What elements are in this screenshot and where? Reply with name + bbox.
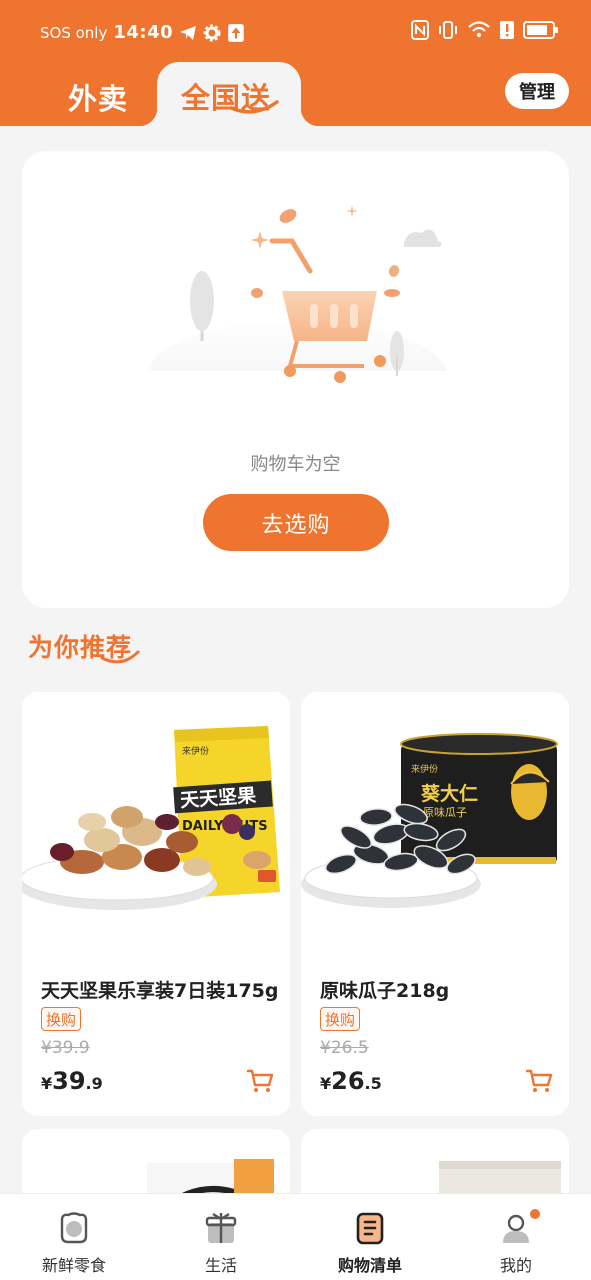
price-integer: 26 — [331, 1067, 365, 1095]
tab-swoosh-icon — [229, 100, 279, 114]
go-shopping-button[interactable]: 去选购 — [203, 494, 389, 551]
package-title: 葵大仁 — [420, 782, 478, 805]
nav-item-profile[interactable]: 我的 — [456, 1194, 576, 1280]
profile-icon — [503, 1214, 529, 1243]
fresh-snack-icon — [60, 1212, 88, 1244]
price-decimal: .9 — [85, 1074, 103, 1093]
empty-cart-text: 购物车为空 — [250, 454, 341, 475]
price-symbol: ¥ — [41, 1074, 53, 1093]
status-bar: SOS only 14:40 — [0, 0, 591, 64]
clock: 14:40 — [113, 22, 174, 43]
package-brand: 来伊份 — [182, 745, 209, 757]
manage-button[interactable]: 管理 — [505, 73, 569, 109]
price-integer: 39 — [52, 1067, 86, 1095]
product-card[interactable]: 来伊份 葵大仁 原味瓜子 原味瓜子218g 换购 ¥26.5 ¥26.5 — [301, 692, 569, 1116]
swap-tag: 换购 — [41, 1007, 82, 1031]
current-price: ¥26.5 — [320, 1067, 382, 1095]
tab-quanguo[interactable]: 全国送 — [139, 62, 319, 126]
original-price: ¥26.5 — [320, 1038, 369, 1058]
top-header: SOS only 14:40 外卖 全国送 管理 — [0, 0, 591, 126]
add-to-cart-icon[interactable] — [525, 1068, 553, 1094]
product-card[interactable]: 来伊份 天天坚果 DAILY NUTS 天天坚果乐享装7日装175g 换购 ¥3… — [22, 692, 290, 1116]
package-brand: 来伊份 — [411, 763, 438, 775]
product-name[interactable]: 天天坚果乐享装7日装175g — [41, 976, 278, 1003]
nav-item-shopping-list[interactable]: 购物清单 — [310, 1194, 430, 1280]
wifi-icon — [468, 21, 490, 38]
original-price: ¥39.9 — [41, 1038, 90, 1058]
product-name[interactable]: 原味瓜子218g — [320, 976, 449, 1003]
notification-badge — [530, 1209, 540, 1219]
empty-cart-card: 购物车为空 去选购 — [22, 151, 569, 608]
price-symbol: ¥ — [320, 1074, 332, 1093]
nav-label: 我的 — [499, 1256, 532, 1275]
tab-waimai[interactable]: 外卖 — [68, 76, 128, 118]
product-image-nuts[interactable]: 来伊份 天天坚果 DAILY NUTS — [22, 692, 290, 952]
product-image-seeds[interactable]: 来伊份 葵大仁 原味瓜子 — [301, 692, 569, 952]
vibrate-icon — [439, 21, 457, 39]
add-to-cart-icon[interactable] — [246, 1068, 274, 1094]
battery-icon — [523, 21, 558, 39]
current-price: ¥39.9 — [41, 1067, 103, 1095]
nav-label: 新鲜零食 — [41, 1256, 106, 1275]
nfc-icon — [411, 20, 429, 40]
empty-cart-illustration — [132, 205, 462, 431]
gear-icon — [203, 24, 221, 41]
life-icon — [205, 1212, 237, 1243]
telegram-icon — [180, 25, 197, 40]
nav-item-life[interactable]: 生活 — [161, 1194, 281, 1280]
nav-label: 生活 — [204, 1256, 237, 1275]
package-subtitle: 原味瓜子 — [423, 806, 467, 819]
swap-tag: 换购 — [320, 1007, 361, 1031]
bottom-navigation: 新鲜零食 生活 购物清单 我的 — [0, 1193, 591, 1280]
nav-label: 购物清单 — [337, 1256, 402, 1275]
alert-icon — [500, 21, 514, 39]
network-status: SOS only — [40, 23, 108, 42]
recommend-swoosh-icon — [100, 650, 140, 664]
price-decimal: .5 — [364, 1074, 382, 1093]
nav-item-fresh-snack[interactable]: 新鲜零食 — [14, 1194, 134, 1280]
upload-icon — [228, 23, 244, 42]
shopping-list-icon — [356, 1212, 384, 1245]
